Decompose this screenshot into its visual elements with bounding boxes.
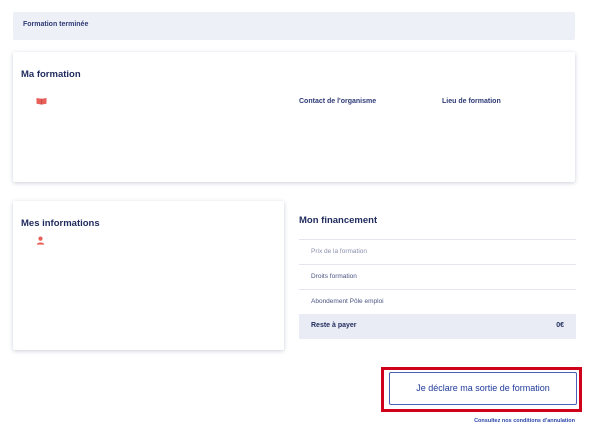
fin-row-droits: Droits formation <box>299 264 576 289</box>
reste-a-payer-label: Reste à payer <box>311 322 357 329</box>
financement-section: Mon financement Prix de la formation Dro… <box>299 201 576 341</box>
fin-row-label: Abondement Pôle emploi <box>311 298 384 305</box>
reste-a-payer-row: Reste à payer 0€ <box>299 314 576 339</box>
conditions-annulation-link[interactable]: Consultez nos conditions d'annulation <box>430 418 575 424</box>
status-label: Formation terminée <box>23 21 89 28</box>
financement-title: Mon financement <box>299 215 378 226</box>
fin-row-label: Droits formation <box>311 273 357 280</box>
contact-organisme-label: Contact de l'organisme <box>299 98 377 105</box>
infos-card-title: Mes informations <box>21 218 100 229</box>
lieu-formation-label: Lieu de formation <box>442 98 501 105</box>
reste-a-payer-amount: 0€ <box>556 322 564 329</box>
book-icon <box>36 98 47 105</box>
fin-row-prix: Prix de la formation <box>299 239 576 264</box>
fin-row-label: Prix de la formation <box>311 248 367 255</box>
declare-sortie-button[interactable]: Je déclare ma sortie de formation <box>389 372 577 405</box>
user-icon <box>36 236 45 245</box>
formation-card-title: Ma formation <box>21 69 81 80</box>
page: Formation terminée Ma formation Contact … <box>0 0 601 443</box>
formation-card: Ma formation Contact de l'organisme Lieu… <box>13 52 575 182</box>
infos-card: Mes informations <box>13 201 284 350</box>
fin-row-abondement: Abondement Pôle emploi <box>299 289 576 314</box>
status-bar: Formation terminée <box>13 12 575 40</box>
